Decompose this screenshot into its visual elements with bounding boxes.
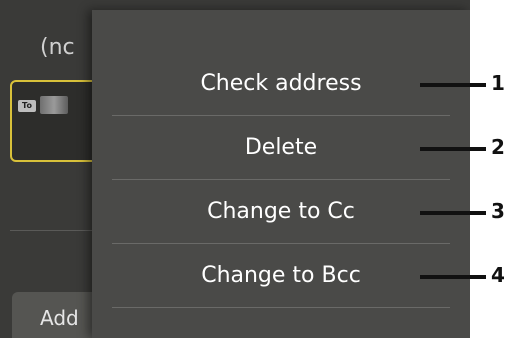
menu-divider (112, 307, 450, 308)
callout-line-3 (420, 211, 486, 215)
menu-item-check-address[interactable]: Check address (112, 52, 450, 115)
menu-item-delete[interactable]: Delete (112, 116, 450, 179)
callout-line-4 (420, 275, 486, 279)
menu-item-change-to-cc[interactable]: Change to Cc (112, 180, 450, 243)
callout-number-2: 2 (491, 135, 505, 159)
callout-number-4: 4 (491, 263, 505, 287)
callout-number-3: 3 (491, 199, 505, 223)
menu-item-change-to-bcc[interactable]: Change to Bcc (112, 244, 450, 307)
device-screen: (nc To Add Check address Delete Change t… (0, 0, 470, 338)
context-menu: Check address Delete Change to Cc Change… (92, 10, 470, 338)
callout-line-2 (420, 147, 486, 151)
callout-line-1 (420, 83, 486, 87)
callout-number-1: 1 (491, 71, 505, 95)
to-badge: To (18, 100, 36, 112)
recipient-name-blurred (40, 96, 68, 114)
